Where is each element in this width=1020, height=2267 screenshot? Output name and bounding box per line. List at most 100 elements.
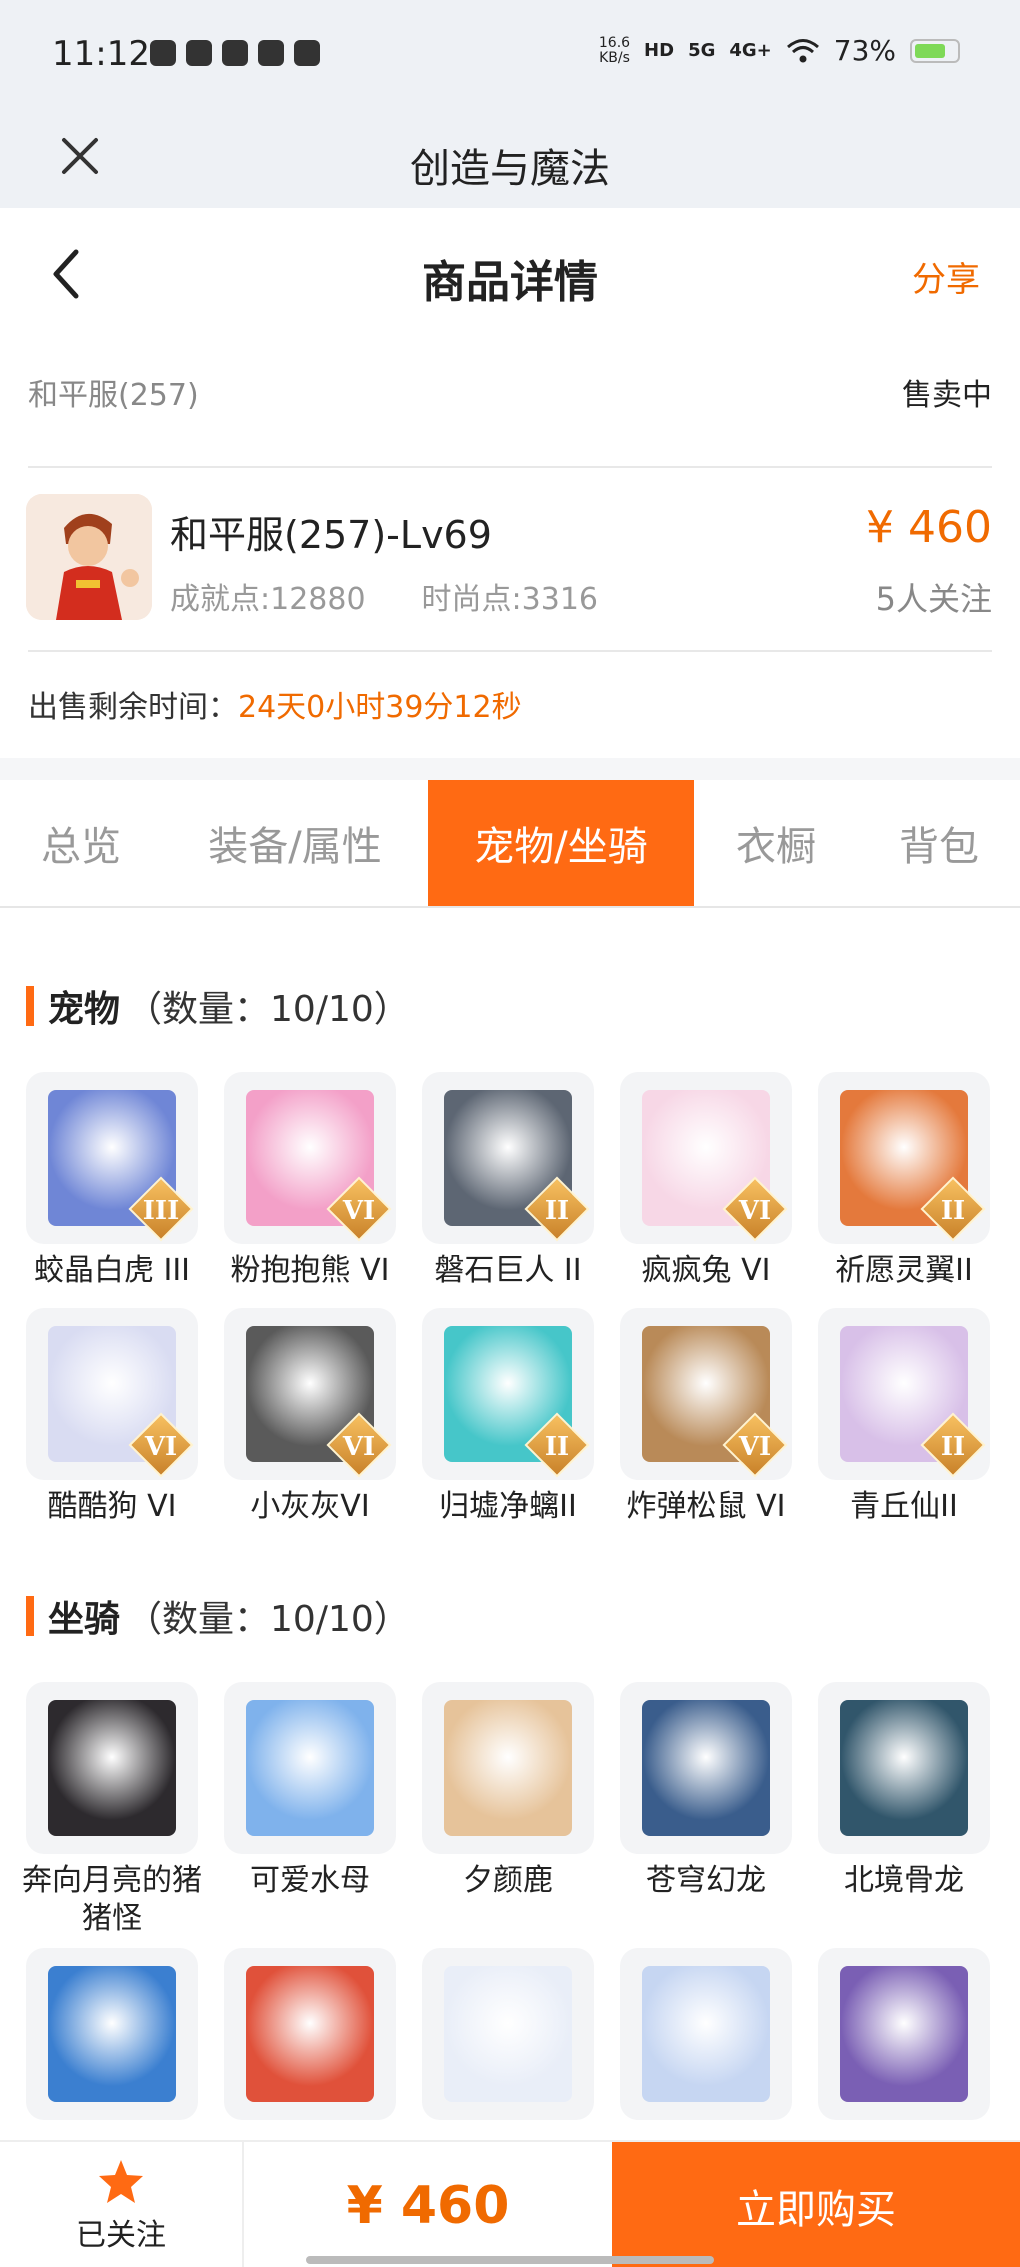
grid-item[interactable]: 奔向月亮的猪猪怪 — [22, 1682, 202, 1938]
page-header: 商品详情 分享 — [0, 208, 1020, 338]
section-accent — [26, 986, 34, 1026]
item-image: III — [26, 1072, 198, 1244]
grid-item[interactable]: VI 疯疯兔 VI — [620, 1072, 792, 1290]
item-name: 酷酷狗 VI — [47, 1489, 177, 1524]
grid-item[interactable] — [224, 1948, 396, 2128]
follow-button[interactable]: 已关注 — [0, 2142, 244, 2267]
mounts-section-title: 坐骑 （数量：10/10） — [26, 1590, 410, 1642]
notification-icon — [222, 40, 248, 66]
item-art — [48, 1966, 176, 2102]
item-name: 粉抱抱熊 VI — [230, 1253, 390, 1288]
grid-item[interactable]: 苍穹幻龙 — [620, 1682, 792, 1938]
item-name: 苍穹幻龙 — [646, 1863, 766, 1898]
divider — [28, 466, 992, 468]
grid-item[interactable]: 可爱水母 — [224, 1682, 396, 1938]
section-accent — [26, 1596, 34, 1636]
item-art — [444, 1700, 572, 1836]
status-bar: 11:12 16.6 KB/s HD 5G 4G+ 73% — [0, 0, 1020, 112]
item-image — [26, 1948, 198, 2120]
status-time: 11:12 — [52, 34, 150, 74]
item-art — [840, 1700, 968, 1836]
item-image: II — [422, 1308, 594, 1480]
follower-count: 5人关注 — [875, 580, 992, 618]
item-image — [620, 1948, 792, 2120]
net-speed-unit: KB/s — [599, 49, 630, 66]
signal-4g-icon: 4G+ — [729, 40, 772, 61]
tab-wardrobe[interactable]: 衣橱 — [694, 780, 858, 906]
notification-icons — [150, 40, 320, 66]
pets-section-title: 宠物 （数量：10/10） — [26, 980, 410, 1032]
wifi-icon — [786, 38, 819, 62]
item-name: 归墟净螭II — [439, 1489, 577, 1524]
item-image — [224, 1948, 396, 2120]
bottom-bar: 已关注 ¥ 460 立即购买 — [0, 2140, 1020, 2267]
grid-item[interactable]: 夕颜鹿 — [422, 1682, 594, 1938]
grid-item[interactable] — [620, 1948, 792, 2128]
grid-item[interactable]: VI 小灰灰VI — [224, 1308, 396, 1526]
item-name: 夕颜鹿 — [463, 1863, 553, 1898]
grid-item[interactable]: 北境骨龙 — [818, 1682, 990, 1938]
product-title: 和平服(257)-Lv69 — [170, 513, 492, 557]
tab-backpack[interactable]: 背包 — [858, 780, 1020, 906]
tab-pets-mounts[interactable]: 宠物/坐骑 — [428, 780, 694, 906]
rank-badge-label: VI — [738, 1432, 772, 1462]
item-image: II — [422, 1072, 594, 1244]
item-name: 疯疯兔 VI — [641, 1253, 771, 1288]
app-bar: 创造与魔法 — [0, 112, 1020, 208]
mounts-grid: 奔向月亮的猪猪怪 可爱水母 夕颜鹿 苍穹幻龙 北境骨龙 — [22, 1682, 996, 2128]
grid-item[interactable]: III 蛟晶白虎 III — [26, 1072, 198, 1290]
item-image — [26, 1682, 198, 1854]
tab-equipment[interactable]: 装备/属性 — [162, 780, 428, 906]
grid-item[interactable]: II 归墟净螭II — [422, 1308, 594, 1526]
item-art — [840, 1966, 968, 2102]
remaining-time-label: 出售剩余时间： — [28, 690, 238, 725]
grid-item[interactable]: II 青丘仙II — [818, 1308, 990, 1526]
grid-item[interactable]: II 祈愿灵翼II — [818, 1072, 990, 1290]
item-name: 北境骨龙 — [844, 1863, 964, 1898]
rank-badge-label: VI — [342, 1196, 376, 1226]
grid-item[interactable] — [818, 1948, 990, 2128]
item-name: 祈愿灵翼II — [835, 1253, 973, 1288]
item-image: II — [818, 1072, 990, 1244]
grid-item[interactable]: VI 酷酷狗 VI — [26, 1308, 198, 1526]
product-stats: 成就点:12880 时尚点:3316 — [170, 574, 598, 618]
star-icon — [99, 2159, 143, 2203]
tab-overview[interactable]: 总览 — [0, 780, 162, 906]
item-image: VI — [224, 1308, 396, 1480]
follow-label: 已关注 — [76, 2217, 166, 2253]
rank-badge-label: II — [544, 1432, 570, 1462]
item-art — [444, 1966, 572, 2102]
remaining-time-value: 24天0小时39分12秒 — [238, 690, 522, 725]
server-name: 和平服(257) — [28, 378, 199, 413]
grid-item[interactable]: VI 炸弹松鼠 VI — [620, 1308, 792, 1526]
net-speed-value: 16.6 — [598, 34, 631, 51]
status-badge: 售卖中 — [902, 378, 992, 413]
server-row: 和平服(257) 售卖中 — [28, 370, 992, 420]
item-name: 可爱水母 — [250, 1863, 370, 1898]
battery-icon — [910, 38, 960, 63]
mounts-heading: 坐骑 — [48, 1599, 121, 1640]
divider — [28, 650, 992, 652]
buy-now-button[interactable]: 立即购买 — [612, 2142, 1020, 2267]
rank-badge-label: VI — [738, 1196, 772, 1226]
item-art — [246, 1700, 374, 1836]
notification-icon — [258, 40, 284, 66]
share-button[interactable]: 分享 — [912, 252, 980, 301]
item-art — [48, 1700, 176, 1836]
grid-item[interactable] — [26, 1948, 198, 2128]
achievement-points: 成就点:12880 — [170, 582, 366, 617]
item-art — [246, 1966, 374, 2102]
battery-percent: 73% — [833, 34, 896, 67]
rank-badge-label: II — [940, 1432, 966, 1462]
item-image — [224, 1682, 396, 1854]
item-image — [818, 1682, 990, 1854]
grid-item[interactable] — [422, 1948, 594, 2128]
fashion-points: 时尚点:3316 — [421, 582, 599, 617]
grid-item[interactable]: VI 粉抱抱熊 VI — [224, 1072, 396, 1290]
pets-grid: III 蛟晶白虎 III VI 粉抱抱熊 VI II 磐石巨人 II VI 疯疯兔 VI II 祈… — [26, 1072, 996, 1526]
item-name: 磐石巨人 II — [434, 1253, 582, 1288]
home-indicator[interactable] — [306, 2256, 714, 2264]
product-summary: 和平服(257)-Lv69 成就点:12880 时尚点:3316 ¥ 460 5… — [26, 494, 992, 624]
product-price: ¥ 460 — [866, 502, 992, 553]
grid-item[interactable]: II 磐石巨人 II — [422, 1072, 594, 1290]
